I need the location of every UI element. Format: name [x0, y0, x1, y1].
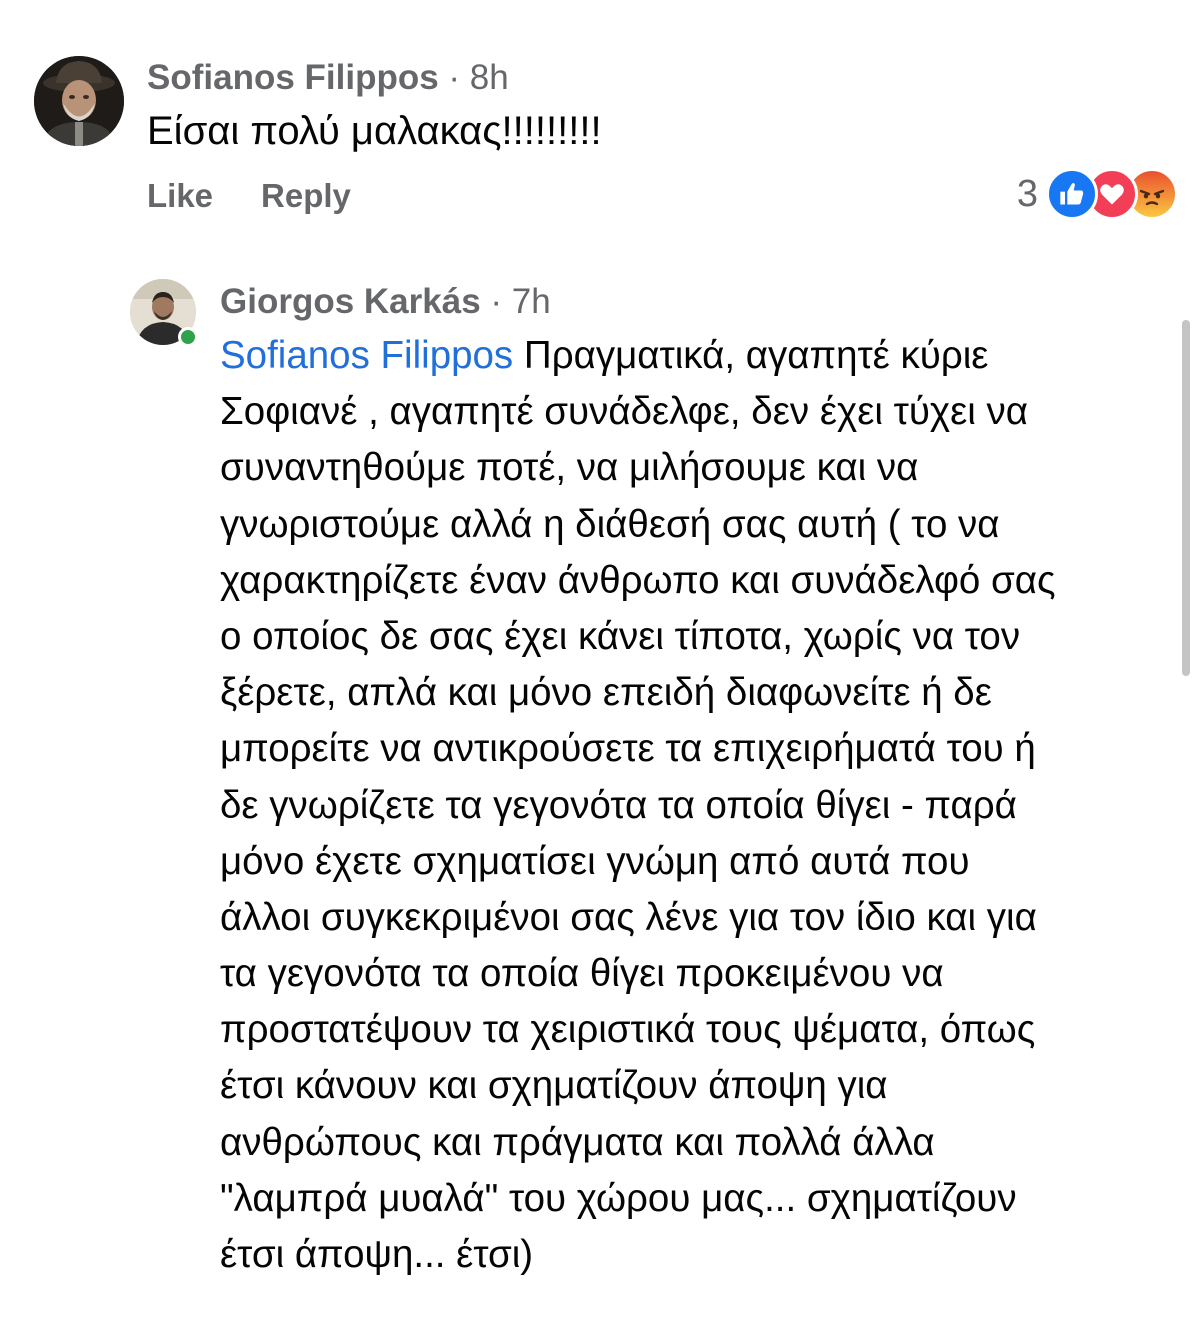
reply-text-line: Sofianos Filippos Πραγματικά, αγαπητέ κύ…	[220, 328, 1180, 384]
reply-text-line: χαρακτηρίζετε έναν άνθρωπο και συνάδελφό…	[220, 558, 1056, 602]
reply-text-line: Σοφιανέ , αγαπητέ συνάδελφε, δεν έχει τύ…	[220, 390, 1029, 434]
reply-text-line: μόνο έχετε σχηματίσει γνώμη από αυτά που	[220, 839, 970, 883]
reply-author-line: Giorgos Karkás · 7h	[220, 282, 551, 322]
reply-text-line: "λαμπρά μυαλά" του χώρου μας... σχηματίζ…	[220, 1176, 1017, 1220]
reply-button[interactable]: Reply	[261, 177, 351, 215]
reply-text-line: δε γνωρίζετε τα γεγονότα τα οποία θίγει …	[220, 783, 1017, 827]
reply-text-line: μπορείτε να αντικρούσετε τα επιχειρήματά…	[220, 727, 1036, 771]
author-name[interactable]: Sofianos Filippos	[147, 58, 439, 97]
reply-text-line: τα γεγονότα τα οποία θίγει προκειμένου ν…	[220, 952, 944, 996]
reply-text-line: ξέρετε, απλά και μόνο επειδή διαφωνείτε …	[220, 671, 992, 715]
reply-text-line: προστατέψουν τα χειριστικά τους ψέματα, …	[220, 1008, 1036, 1052]
reply-author-name[interactable]: Giorgos Karkás	[220, 282, 481, 321]
avatar-sofianos[interactable]	[34, 56, 124, 146]
comment-timestamp[interactable]: · 8h	[448, 58, 508, 97]
reply-text-line: έτσι άποψη... έτσι)	[220, 1233, 534, 1276]
like-button[interactable]: Like	[147, 177, 213, 215]
comment-text: Είσαι πολύ μαλακας!!!!!!!!!	[147, 109, 602, 153]
avatar-giorgos[interactable]	[130, 279, 198, 347]
online-status-indicator	[178, 327, 198, 347]
reply-text-line: άλλοι συγκεκριμένοι σας λένε για τον ίδι…	[220, 895, 1037, 939]
reply-text-line: έτσι κάνουν και σχηματίζουν άποψη για	[220, 1064, 888, 1108]
reply-text-line: συναντηθούμε ποτέ, να μιλήσουμε και να	[220, 446, 919, 490]
reactions-summary[interactable]: 3	[1017, 168, 1178, 220]
comment-top: Sofianos Filippos · 8h Είσαι πολύ μαλακα…	[0, 0, 1200, 240]
reaction-count: 3	[1016, 173, 1038, 215]
scrollbar-thumb[interactable]	[1182, 320, 1190, 676]
like-icon	[1046, 168, 1098, 220]
avatar-photo	[34, 56, 124, 146]
reply-text-line: γνωριστούμε αλλά η διάθεσή σας αυτή ( το…	[220, 502, 1000, 546]
reply-text-segment: Πραγματικά, αγαπητέ κύριε	[523, 334, 989, 377]
reply-text-line: ο οποίος δε σας έχει κάνει τίποτα, χωρίς…	[220, 614, 1021, 658]
reply-text-line: ανθρώπους και πράγματα και πολλά άλλα	[220, 1120, 935, 1164]
mention-link[interactable]: Sofianos Filippos	[220, 334, 513, 377]
comment-actions: Like Reply	[147, 176, 351, 216]
reply-timestamp[interactable]: · 7h	[490, 282, 550, 321]
comment-author-line: Sofianos Filippos · 8h	[147, 58, 509, 98]
reply-text: Sofianos Filippos Πραγματικά, αγαπητέ κύ…	[220, 328, 1180, 1283]
